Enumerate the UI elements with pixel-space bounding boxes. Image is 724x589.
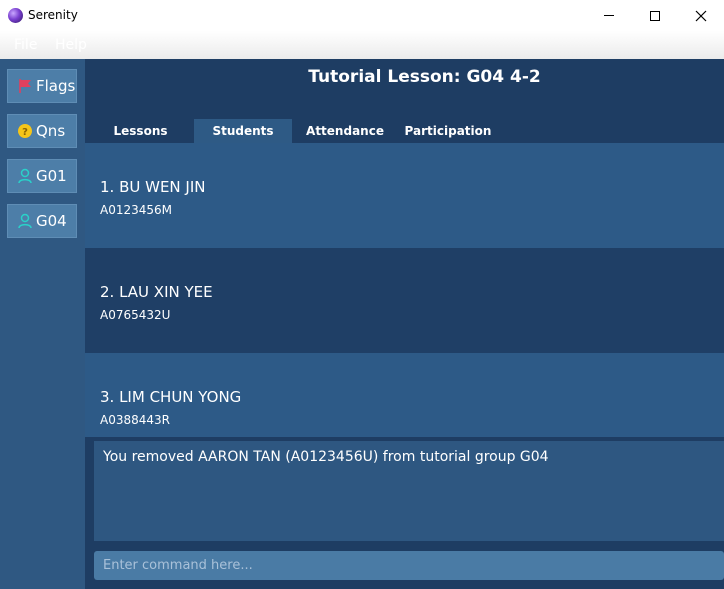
sidebar-item-label: Qns [36,122,66,140]
student-id: A0765432U [100,308,171,322]
sidebar-item-label: G04 [36,212,67,230]
result-message: You removed AARON TAN (A0123456U) from t… [103,449,549,465]
question-icon: ? [16,122,34,140]
tab-students[interactable]: Students [194,119,292,143]
tab-bar: Lessons Students Attendance Participatio… [85,119,724,143]
student-list[interactable]: 1. BU WEN JIN A0123456M 2. LAU XIN YEE A… [85,143,724,437]
sidebar-item-qns[interactable]: ? Qns [7,114,77,148]
close-icon [695,10,707,21]
tab-attendance[interactable]: Attendance [295,119,395,143]
student-name: 1. BU WEN JIN [100,178,206,196]
maximize-icon [650,10,660,21]
student-id: A0123456M [100,203,173,217]
minimize-button[interactable] [586,0,632,31]
minimize-icon [604,15,614,16]
result-display[interactable]: You removed AARON TAN (A0123456U) from t… [94,441,724,541]
student-name: 3. LIM CHUN YONG [100,388,242,406]
svg-text:?: ? [22,127,28,138]
user-icon [16,167,34,185]
sidebar-item-label: Flags [36,77,76,95]
flag-icon [16,77,34,95]
menu-help[interactable]: Help [55,37,87,53]
close-button[interactable] [678,0,724,31]
menu-file[interactable]: File [14,37,37,53]
sidebar-item-label: G01 [36,167,67,185]
tab-participation[interactable]: Participation [398,119,498,143]
menu-bar: File Help [0,31,724,59]
title-bar: Serenity [0,0,724,31]
sidebar-item-g01[interactable]: G01 [7,159,77,193]
sidebar-item-g04[interactable]: G04 [7,204,77,238]
maximize-button[interactable] [632,0,678,31]
student-name: 2. LAU XIN YEE [100,283,213,301]
list-item[interactable]: 3. LIM CHUN YONG A0388443R [85,353,724,437]
command-input[interactable] [94,551,724,580]
main-panel: Tutorial Lesson: G04 4-2 Lessons Student… [85,59,724,589]
list-item[interactable]: 2. LAU XIN YEE A0765432U [85,248,724,353]
page-title: Tutorial Lesson: G04 4-2 [308,67,541,87]
tab-lessons[interactable]: Lessons [93,119,188,143]
app-logo-icon [8,8,23,23]
window-title: Serenity [28,8,78,22]
sidebar-item-flags[interactable]: Flags [7,69,77,103]
list-item[interactable]: 1. BU WEN JIN A0123456M [85,143,724,248]
student-id: A0388443R [100,413,170,427]
sidebar: Flags ? Qns G01 G04 [0,59,85,589]
user-icon [16,212,34,230]
